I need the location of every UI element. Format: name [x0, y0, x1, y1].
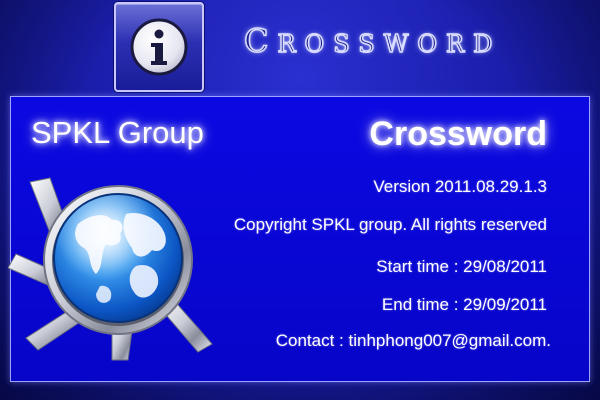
start-time-text: Start time : 29/08/2011 — [376, 257, 547, 276]
company-name: SPKL Group — [31, 115, 204, 150]
about-dialog: { "header": { "icon": "info-icon", "titl… — [0, 0, 600, 400]
version-text: Version 2011.08.29.1.3 — [373, 177, 547, 196]
info-icon — [129, 17, 189, 82]
app-title: CROSSWORD — [243, 21, 502, 61]
globe-gear-icon — [7, 174, 218, 369]
contact-text: Contact : tinhphong007@gmail.com. — [275, 331, 551, 350]
app-title-initial: C — [243, 21, 278, 61]
end-time-text: End time : 29/09/2011 — [381, 295, 547, 314]
app-title-rest: ROSSWORD — [277, 29, 502, 59]
copyright-text: Copyright SPKL group. All rights reserve… — [233, 215, 547, 234]
product-name: Crossword — [369, 115, 547, 153]
info-button[interactable] — [114, 2, 204, 92]
